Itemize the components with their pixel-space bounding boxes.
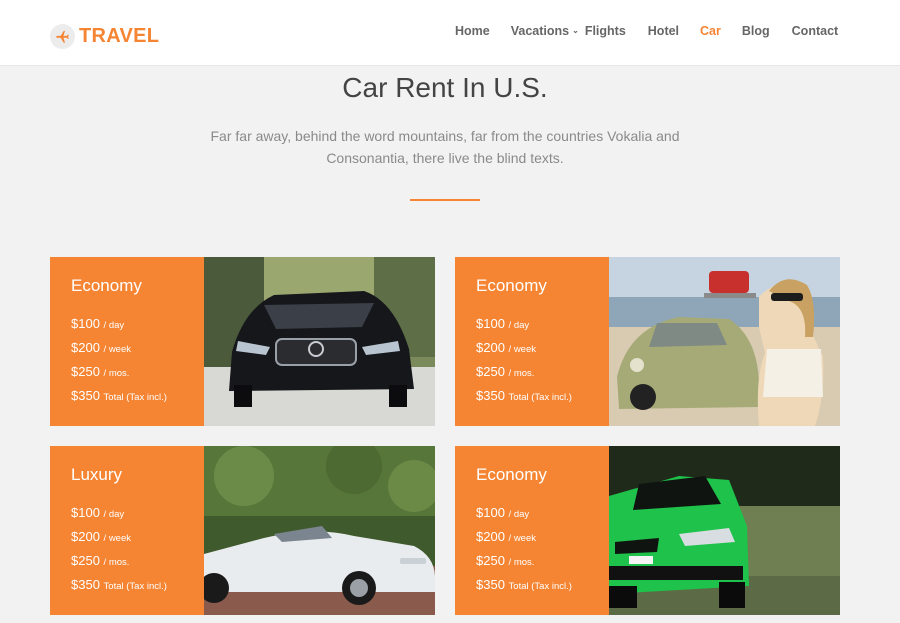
price-amount: $350 [476, 577, 505, 592]
nav-hotel[interactable]: Hotel [648, 24, 679, 38]
vintage-beetle-woman-photo [609, 257, 840, 426]
chevron-down-icon: ⌄ [572, 26, 579, 35]
card-info: Economy $100 / day $200 / week $250 / mo… [50, 257, 204, 426]
price-unit: / day [508, 320, 530, 331]
price-unit: / mos. [103, 368, 130, 379]
price-unit: Total (Tax incl.) [508, 392, 572, 403]
price-unit: Total (Tax incl.) [103, 581, 167, 592]
price-amount: $200 [476, 529, 505, 544]
price-unit: / day [508, 509, 530, 520]
price-unit: / mos. [508, 557, 535, 568]
car-card-economy-3[interactable]: Economy $100 / day $200 / week $250 / mo… [455, 446, 840, 615]
nav-flights[interactable]: Flights [585, 24, 626, 38]
price-week: $200 / week [71, 526, 204, 550]
car-class: Economy [476, 465, 547, 484]
price-month: $250 / mos. [476, 361, 609, 385]
nav-car[interactable]: Car [700, 24, 721, 38]
price-unit: Total (Tax incl.) [508, 581, 572, 592]
price-amount: $100 [476, 505, 505, 520]
price-day: $100 / day [71, 502, 204, 526]
card-info: Economy $100 / day $200 / week $250 / mo… [455, 446, 609, 615]
price-total: $350 Total (Tax incl.) [71, 385, 204, 409]
page-title: Car Rent In U.S. [342, 72, 548, 103]
price-day: $100 / day [71, 313, 204, 337]
black-sedan-photo [204, 257, 435, 426]
price-amount: $200 [71, 340, 100, 355]
car-class: Economy [71, 276, 142, 295]
price-month: $250 / mos. [476, 550, 609, 574]
price-amount: $250 [71, 553, 100, 568]
price-amount: $350 [71, 577, 100, 592]
price-amount: $250 [71, 364, 100, 379]
price-amount: $100 [71, 505, 100, 520]
price-unit: / week [508, 344, 537, 355]
price-amount: $250 [476, 364, 505, 379]
site-header: TRAVEL Home Vacations ⌄ Flights Hotel Ca… [0, 0, 900, 66]
price-total: $350 Total (Tax incl.) [476, 385, 609, 409]
nav-vacations-label: Vacations [510, 24, 570, 38]
price-day: $100 / day [476, 502, 609, 526]
price-month: $250 / mos. [71, 361, 204, 385]
price-amount: $350 [71, 388, 100, 403]
price-week: $200 / week [71, 337, 204, 361]
car-card-economy-2[interactable]: Economy $100 / day $200 / week $250 / mo… [455, 257, 840, 426]
price-unit: Total (Tax incl.) [103, 392, 167, 403]
price-week: $200 / week [476, 526, 609, 550]
price-unit: / day [103, 509, 125, 520]
price-amount: $100 [71, 316, 100, 331]
price-amount: $350 [476, 388, 505, 403]
white-convertible-photo [204, 446, 435, 615]
car-card-economy-1[interactable]: Economy $100 / day $200 / week $250 / mo… [50, 257, 435, 426]
nav-home[interactable]: Home [455, 24, 490, 38]
price-month: $250 / mos. [71, 550, 204, 574]
card-info: Luxury $100 / day $200 / week $250 / mos… [50, 446, 204, 615]
price-unit: / day [103, 320, 125, 331]
price-amount: $200 [476, 340, 505, 355]
green-sports-car-photo [609, 446, 840, 615]
airplane-icon [50, 23, 75, 49]
price-amount: $250 [476, 553, 505, 568]
page-subtitle: Far far away, behind the word mountains,… [210, 128, 680, 166]
nav-vacations[interactable]: Vacations ⌄ [511, 24, 579, 38]
price-unit: / mos. [508, 368, 535, 379]
card-info: Economy $100 / day $200 / week $250 / mo… [455, 257, 609, 426]
car-class: Economy [476, 276, 547, 295]
price-total: $350 Total (Tax incl.) [476, 574, 609, 598]
price-amount: $100 [476, 316, 505, 331]
nav-blog[interactable]: Blog [742, 24, 770, 38]
price-unit: / mos. [103, 557, 130, 568]
price-unit: / week [508, 533, 537, 544]
price-amount: $200 [71, 529, 100, 544]
main-nav: Home Vacations ⌄ Flights Hotel Car Blog … [455, 24, 838, 38]
nav-contact[interactable]: Contact [792, 24, 839, 38]
car-class: Luxury [71, 465, 123, 484]
price-day: $100 / day [476, 313, 609, 337]
price-week: $200 / week [476, 337, 609, 361]
brand-name: TRAVEL [79, 24, 160, 47]
price-unit: / week [103, 344, 132, 355]
price-total: $350 Total (Tax incl.) [71, 574, 204, 598]
brand-logo[interactable]: TRAVEL [50, 22, 159, 50]
section-divider [410, 199, 480, 201]
car-card-luxury[interactable]: Luxury $100 / day $200 / week $250 / mos… [50, 446, 435, 615]
price-unit: / week [103, 533, 132, 544]
